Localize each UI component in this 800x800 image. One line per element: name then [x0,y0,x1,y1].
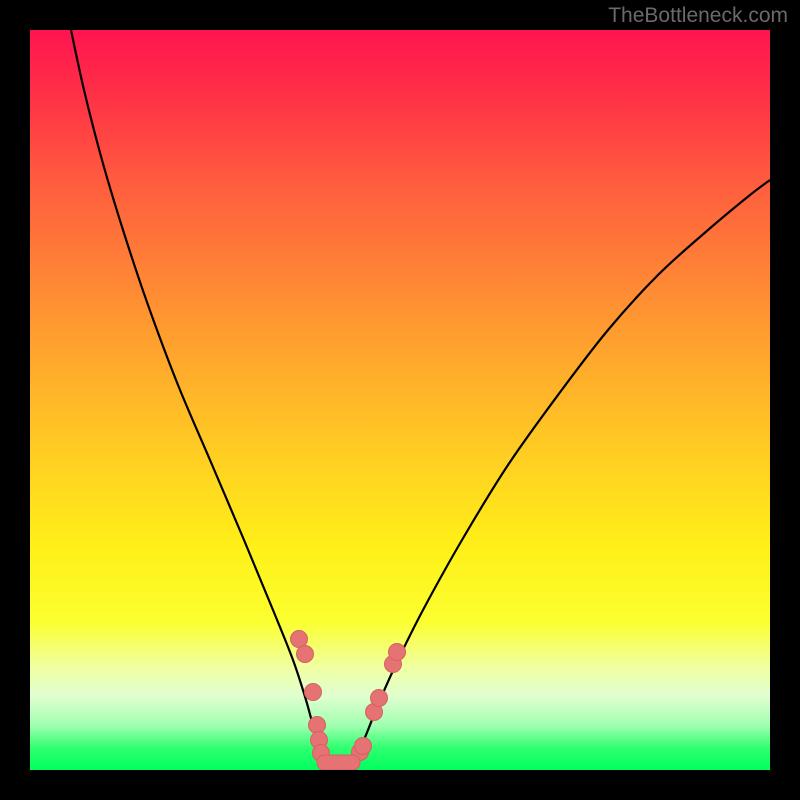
marker-dot [305,684,322,701]
marker-dot [389,644,406,661]
marker-dot [309,717,326,734]
watermark-text: TheBottleneck.com [608,4,788,28]
left-curve-path [71,30,321,763]
marker-dot [371,690,388,707]
plot-gradient-area [30,30,770,770]
chart-svg [30,30,770,770]
marker-dot [297,646,314,663]
bottom-bar [317,755,360,770]
marker-group [291,631,406,762]
right-curve-path [356,180,770,763]
marker-dot [355,738,372,755]
marker-dot [291,631,308,648]
